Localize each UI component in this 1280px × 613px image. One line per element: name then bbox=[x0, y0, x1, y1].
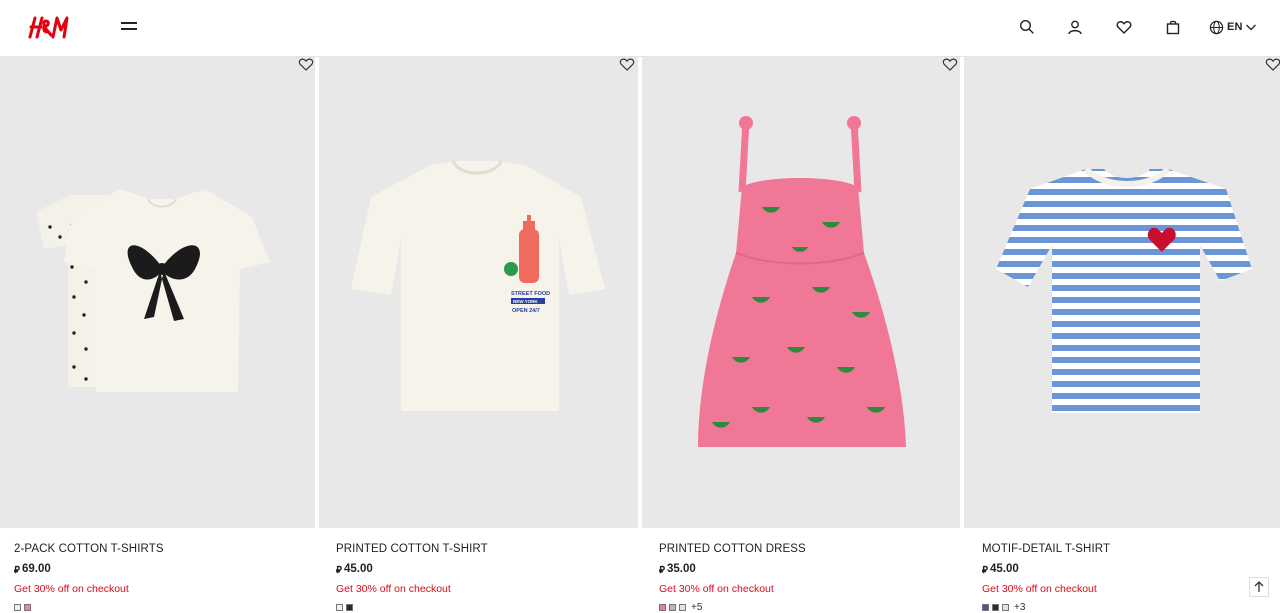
product-card[interactable]: 2-PACK COTTON T-SHIRTS ⃃ 69.00 Get 30% o… bbox=[0, 57, 315, 613]
language-label: EN bbox=[1227, 21, 1243, 33]
currency-symbol: ⃃ bbox=[336, 564, 342, 576]
favorite-heart-icon[interactable] bbox=[619, 57, 635, 71]
favorite-heart-icon[interactable] bbox=[1265, 57, 1280, 71]
product-name[interactable]: PRINTED COTTON DRESS bbox=[659, 541, 950, 557]
product-price-row: ⃃ 45.00 bbox=[982, 562, 1270, 576]
more-colors-count[interactable]: +5 bbox=[691, 602, 702, 613]
product-price: 45.00 bbox=[989, 563, 1019, 575]
hamburger-icon-line bbox=[121, 28, 137, 30]
currency-symbol: ⃃ bbox=[982, 564, 988, 576]
shopping-bag-icon bbox=[1166, 20, 1180, 35]
product-image[interactable] bbox=[964, 57, 1280, 528]
search-icon bbox=[1019, 19, 1034, 34]
promo-text: Get 30% off on checkout bbox=[336, 583, 451, 595]
site-header: EN bbox=[0, 0, 1280, 57]
product-info: PRINTED COTTON T-SHIRT ⃃ 45.00 Get 30% o… bbox=[336, 541, 628, 612]
product-price-row: ⃃ 35.00 bbox=[659, 562, 950, 576]
product-grid: 2-PACK COTTON T-SHIRTS ⃃ 69.00 Get 30% o… bbox=[0, 57, 1280, 613]
color-swatch[interactable] bbox=[1002, 603, 1009, 611]
product-photo-watermelon-dress bbox=[642, 57, 960, 528]
currency-symbol: ⃃ bbox=[659, 564, 665, 576]
promo-text: Get 30% off on checkout bbox=[14, 583, 129, 595]
product-name[interactable]: 2-PACK COTTON T-SHIRTS bbox=[14, 541, 305, 557]
color-swatch[interactable] bbox=[346, 603, 353, 611]
promo-text: Get 30% off on checkout bbox=[659, 583, 774, 595]
product-price-row: ⃃ 69.00 bbox=[14, 562, 305, 576]
color-swatch[interactable] bbox=[24, 603, 31, 611]
favorite-heart-icon[interactable] bbox=[942, 57, 958, 71]
favorites-icon bbox=[1116, 21, 1132, 34]
account-icon bbox=[1068, 20, 1082, 35]
more-colors-count[interactable]: +3 bbox=[1014, 602, 1025, 613]
menu-button[interactable] bbox=[118, 17, 140, 37]
color-swatch[interactable] bbox=[679, 603, 686, 611]
product-info: PRINTED COTTON DRESS ⃃ 35.00 Get 30% off… bbox=[659, 541, 950, 613]
svg-text:STREET FOOD: STREET FOOD bbox=[511, 291, 550, 297]
color-swatch[interactable] bbox=[14, 603, 21, 611]
product-card[interactable]: PRINTED COTTON DRESS ⃃ 35.00 Get 30% off… bbox=[642, 57, 960, 613]
favorites-button[interactable] bbox=[1114, 17, 1134, 37]
product-price: 45.00 bbox=[343, 563, 373, 575]
language-selector[interactable]: EN bbox=[1209, 17, 1257, 37]
svg-text:OPEN 24/7: OPEN 24/7 bbox=[512, 308, 540, 314]
hm-logo-mark bbox=[28, 16, 69, 39]
product-image[interactable] bbox=[0, 57, 315, 528]
account-button[interactable] bbox=[1065, 17, 1085, 37]
product-price-row: ⃃ 45.00 bbox=[336, 562, 628, 576]
product-price: 35.00 bbox=[666, 563, 696, 575]
hm-logo[interactable] bbox=[24, 8, 74, 48]
color-swatches: +3 bbox=[982, 602, 1270, 613]
product-name[interactable]: PRINTED COTTON T-SHIRT bbox=[336, 541, 628, 557]
color-swatch[interactable] bbox=[669, 603, 676, 611]
promo-text: Get 30% off on checkout bbox=[982, 583, 1097, 595]
shopping-bag-button[interactable] bbox=[1163, 17, 1183, 37]
search-button[interactable] bbox=[1017, 17, 1037, 37]
product-name[interactable]: MOTIF-DETAIL T-SHIRT bbox=[982, 541, 1270, 557]
product-photo-polka-bow-tshirts bbox=[0, 57, 315, 528]
color-swatch[interactable] bbox=[659, 603, 666, 611]
product-photo-striped-heart-tshirt bbox=[964, 57, 1280, 528]
globe-icon bbox=[1209, 20, 1224, 34]
product-info: 2-PACK COTTON T-SHIRTS ⃃ 69.00 Get 30% o… bbox=[14, 541, 305, 612]
svg-text:NEW YORK: NEW YORK bbox=[513, 299, 538, 304]
hamburger-icon-line bbox=[121, 22, 137, 24]
product-card[interactable]: STREET FOOD NEW YORK OPEN 24/7 PRINTED C… bbox=[319, 57, 638, 613]
currency-symbol: ⃃ bbox=[14, 564, 20, 576]
color-swatch[interactable] bbox=[336, 603, 343, 611]
color-swatches: +5 bbox=[659, 602, 950, 613]
color-swatches bbox=[14, 602, 305, 612]
chevron-down-icon bbox=[1245, 24, 1256, 31]
product-image[interactable]: STREET FOOD NEW YORK OPEN 24/7 bbox=[319, 57, 638, 528]
arrow-up-icon bbox=[1254, 581, 1264, 592]
product-info: MOTIF-DETAIL T-SHIRT ⃃ 45.00 Get 30% off… bbox=[982, 541, 1270, 613]
color-swatches bbox=[336, 602, 628, 612]
product-photo-street-food-tshirt: STREET FOOD NEW YORK OPEN 24/7 bbox=[319, 57, 638, 528]
favorite-heart-icon[interactable] bbox=[298, 57, 314, 71]
color-swatch[interactable] bbox=[992, 603, 999, 611]
product-price: 69.00 bbox=[21, 563, 51, 575]
product-card[interactable]: MOTIF-DETAIL T-SHIRT ⃃ 45.00 Get 30% off… bbox=[964, 57, 1280, 613]
product-image[interactable] bbox=[642, 57, 960, 528]
scroll-to-top-button[interactable] bbox=[1249, 577, 1269, 597]
color-swatch[interactable] bbox=[982, 603, 989, 611]
